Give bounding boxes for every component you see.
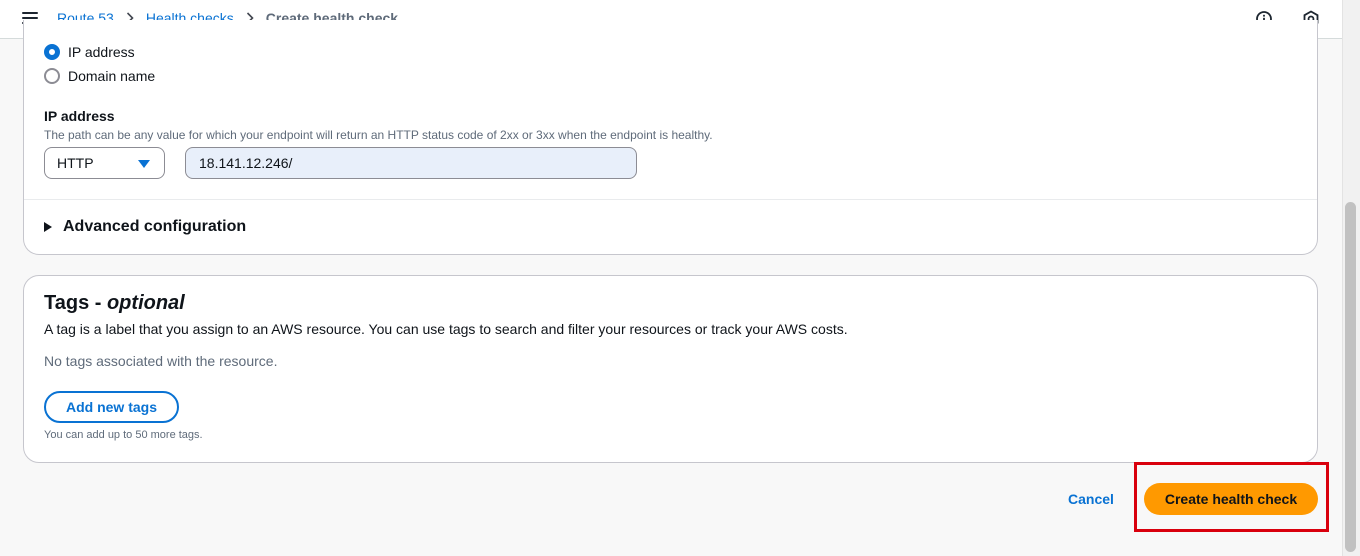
advanced-configuration-label: Advanced configuration	[63, 218, 247, 235]
cancel-button[interactable]: Cancel	[1055, 483, 1127, 515]
tags-panel: Tags - optional A tag is a label that yo…	[23, 275, 1318, 463]
add-new-tags-button[interactable]: Add new tags	[44, 391, 179, 423]
radio-ip-address[interactable]: IP address	[44, 44, 135, 60]
radio-label: Domain name	[68, 68, 156, 84]
protocol-value: HTTP	[57, 155, 94, 171]
radio-button[interactable]	[44, 68, 60, 84]
create-health-check-button[interactable]: Create health check	[1144, 483, 1318, 515]
ip-address-label: IP address	[44, 108, 115, 124]
radio-domain-name[interactable]: Domain name	[44, 68, 155, 84]
tags-title: Tags - optional	[44, 292, 185, 315]
tags-description: A tag is a label that you assign to an A…	[44, 321, 848, 337]
tags-title-text: Tags -	[44, 292, 107, 314]
caret-down-icon	[138, 160, 150, 168]
endpoint-panel: IP address Domain name IP address The pa…	[23, 20, 1318, 255]
advanced-configuration-expander[interactable]: Advanced configuration	[44, 218, 246, 236]
tags-title-optional: optional	[106, 292, 185, 314]
radio-label: IP address	[68, 44, 135, 60]
scrollbar-thumb[interactable]	[1345, 202, 1356, 552]
divider	[24, 199, 1317, 200]
no-tags-text: No tags associated with the resource.	[44, 353, 278, 369]
ip-address-description: The path can be any value for which your…	[44, 128, 713, 142]
ip-address-input[interactable]	[185, 147, 637, 179]
caret-right-icon	[44, 222, 52, 232]
radio-button-checked[interactable]	[44, 44, 60, 60]
tags-limit-hint: You can add up to 50 more tags.	[44, 429, 203, 441]
protocol-select[interactable]: HTTP	[44, 147, 165, 179]
